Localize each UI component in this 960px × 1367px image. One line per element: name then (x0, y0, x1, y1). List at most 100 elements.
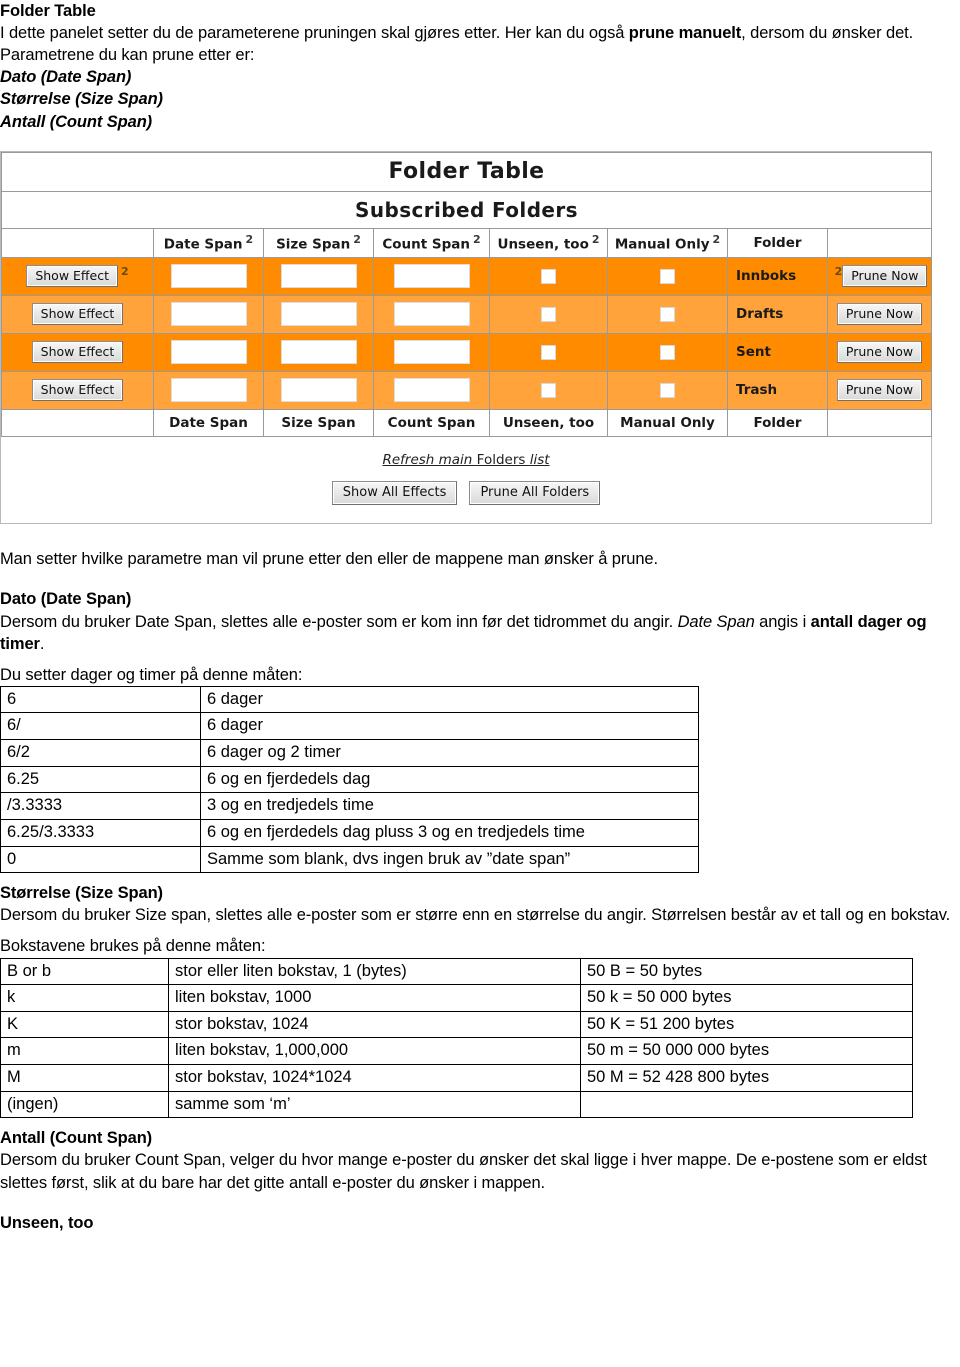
unseen-too-checkbox[interactable] (541, 382, 556, 398)
show-effect-cell: Show Effect (1, 370, 154, 410)
size-meaning: samme som ‘m’ (168, 1090, 581, 1119)
date-span-cell (153, 256, 264, 296)
param-item-count: Antall (Count Span) (0, 112, 153, 131)
count-span-input[interactable] (393, 302, 470, 327)
table-row: 6.25/3.3333 6 og en fjerdedels dag pluss … (0, 818, 699, 847)
help-icon[interactable]: 2 (121, 265, 129, 278)
count-span-input[interactable] (393, 264, 470, 289)
size-letter: B or b (0, 957, 169, 986)
after-screenshot-paragraph: Man setter hvilke parametre man vil prun… (0, 550, 658, 569)
footer-column-count-span: Count Span (373, 408, 490, 437)
help-icon[interactable]: 2 (835, 265, 843, 278)
column-header-unseen-too: Unseen, too 2 (489, 227, 608, 258)
prune-now-button[interactable]: Prune Now (836, 341, 923, 364)
size-span-heading: Størrelse (Size Span) (0, 884, 163, 903)
size-span-input[interactable] (280, 378, 357, 403)
folder-name: Innboks (727, 256, 828, 296)
help-icon[interactable]: 2 (473, 233, 481, 246)
date-span-input[interactable] (170, 340, 247, 365)
column-header-manual-only: Manual Only 2 (607, 227, 728, 258)
help-icon[interactable]: 2 (246, 233, 254, 246)
column-header-date-span-label: Date Span (163, 236, 243, 253)
subscribed-folders-subtitle: Subscribed Folders (1, 190, 932, 229)
manual-only-checkbox[interactable] (660, 382, 675, 398)
manual-only-checkbox[interactable] (660, 306, 675, 322)
table-row: (ingen) samme som ‘m’ (0, 1090, 913, 1119)
size-letter: M (0, 1064, 169, 1092)
manual-only-cell (607, 256, 728, 296)
date-desc: 6 dager og 2 timer (200, 739, 699, 767)
count-span-input[interactable] (393, 340, 470, 365)
prune-now-cell: Prune Now (827, 370, 932, 410)
prune-now-button[interactable]: Prune Now (836, 303, 923, 326)
column-header-count-span: Count Span 2 (373, 227, 490, 258)
help-icon[interactable]: 2 (713, 233, 721, 246)
bulk-action-buttons: Show All Effects Prune All Folders (1, 480, 931, 506)
size-meaning: stor bokstav, 1024 (168, 1010, 581, 1039)
column-header-unseen-too-label: Unseen, too (497, 236, 589, 253)
unseen-too-checkbox[interactable] (541, 268, 556, 284)
document-page: Folder Table I dette panelet setter du d… (0, 0, 960, 1367)
date-key: 6.25 (0, 765, 201, 794)
prune-now-button[interactable]: Prune Now (836, 379, 923, 402)
count-span-body: Dersom du bruker Count Span, velger du h… (0, 1151, 927, 1192)
date-key: 6 (0, 685, 201, 714)
column-header-size-span: Size Span 2 (263, 227, 374, 258)
count-span-cell (373, 294, 490, 334)
prune-all-folders-button[interactable]: Prune All Folders (469, 480, 601, 506)
date-table-lead: Du setter dager og timer på denne måten: (0, 665, 303, 684)
size-span-input[interactable] (280, 340, 357, 365)
show-effect-cell: Show Effect (1, 332, 154, 372)
page-title: Folder Table (0, 2, 96, 20)
intro-text-a: I dette panelet setter du de parameteren… (0, 24, 629, 43)
show-effect-button[interactable]: Show Effect (31, 303, 124, 326)
count-span-input[interactable] (393, 378, 470, 403)
folder-table-screenshot: Folder Table Subscribed Folders Date Spa… (0, 150, 932, 525)
table-footer-row: Date Span Size Span Count Span Unseen, t… (1, 408, 932, 437)
show-effect-button[interactable]: Show Effect (26, 265, 119, 288)
date-span-cell (153, 294, 264, 334)
size-letter: K (0, 1010, 169, 1039)
help-icon[interactable]: 2 (592, 233, 600, 246)
size-letter: m (0, 1037, 169, 1066)
column-header-count-span-label: Count Span (382, 236, 470, 253)
table-row: k liten bokstav, 1000 50 k = 50 000 bytes (0, 984, 913, 1012)
table-row: Show Effect 2 Innboks 2 Prune Now (1, 256, 932, 296)
count-span-heading: Antall (Count Span) (0, 1129, 153, 1148)
table-row: 6/2 6 dager og 2 timer (0, 739, 699, 767)
date-span-syntax-table: 66 dager 6/6 dager 6/2 6 dager og 2 timer… (0, 685, 699, 874)
manual-only-checkbox[interactable] (660, 268, 675, 284)
table-row: Show Effect Trash Prune Now (1, 370, 932, 410)
size-span-body: Dersom du bruker Size span, slettes alle… (0, 906, 951, 925)
refresh-link-part-2: Folders (476, 451, 530, 468)
show-effect-cell: Show Effect 2 (1, 256, 154, 296)
date-body-c: . (39, 634, 45, 653)
size-meaning: liten bokstav, 1,000,000 (168, 1037, 581, 1066)
size-span-input[interactable] (280, 302, 357, 327)
column-header-folder: Folder (727, 227, 828, 258)
column-header-date-span: Date Span 2 (153, 227, 264, 258)
prune-now-button[interactable]: Prune Now (842, 265, 928, 288)
table-row: Kstor bokstav, 1024 50 K = 51 200 bytes (0, 1010, 913, 1039)
unseen-too-cell (489, 332, 608, 372)
size-letter: k (0, 984, 169, 1012)
refresh-main-folders-list-link[interactable]: Refresh main Folders list (382, 452, 549, 468)
unseen-too-checkbox[interactable] (541, 344, 556, 360)
show-effect-button[interactable]: Show Effect (31, 379, 124, 402)
date-span-input[interactable] (170, 378, 247, 403)
manual-only-cell (607, 294, 728, 334)
unseen-too-checkbox[interactable] (541, 306, 556, 322)
unseen-too-cell (489, 256, 608, 296)
header-spacer-left (1, 227, 154, 258)
show-all-effects-button[interactable]: Show All Effects (331, 480, 458, 506)
date-span-cell (153, 332, 264, 372)
manual-only-checkbox[interactable] (660, 344, 675, 360)
size-span-input[interactable] (280, 264, 357, 289)
show-effect-button[interactable]: Show Effect (31, 341, 124, 364)
help-icon[interactable]: 2 (353, 233, 361, 246)
prune-now-cell: Prune Now (827, 294, 932, 334)
date-span-input[interactable] (170, 302, 247, 327)
manual-only-cell (607, 332, 728, 372)
date-span-input[interactable] (170, 264, 247, 289)
size-meaning: liten bokstav, 1000 (168, 984, 581, 1012)
